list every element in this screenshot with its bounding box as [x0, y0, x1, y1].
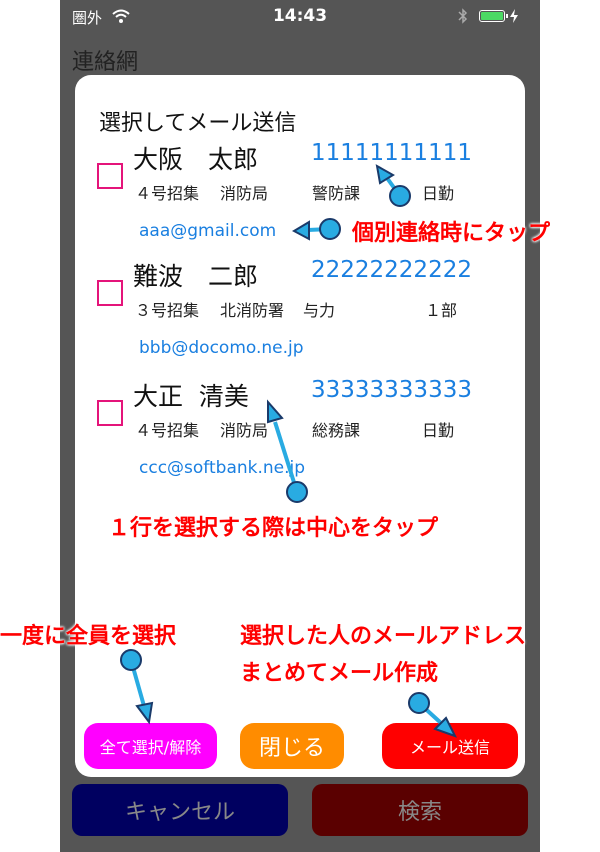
arrow-to-phone — [375, 164, 411, 207]
annotation-send-line2: まとめてメール作成 — [240, 661, 439, 686]
annotation-select-all: 一度に全員を選択 — [0, 624, 177, 649]
arrow-to-email — [291, 218, 341, 241]
arrow-to-select-all — [120, 649, 154, 725]
annotation-individual: 個別連絡時にタップ — [352, 221, 551, 246]
arrow-to-row — [267, 399, 308, 503]
annotation-send-line1: 選択した人のメールアドレス — [240, 624, 527, 649]
annotation-arrows — [120, 164, 457, 738]
arrow-to-send — [408, 692, 457, 738]
annotation-row-select: １行を選択する際は中心をタップ — [108, 516, 439, 541]
